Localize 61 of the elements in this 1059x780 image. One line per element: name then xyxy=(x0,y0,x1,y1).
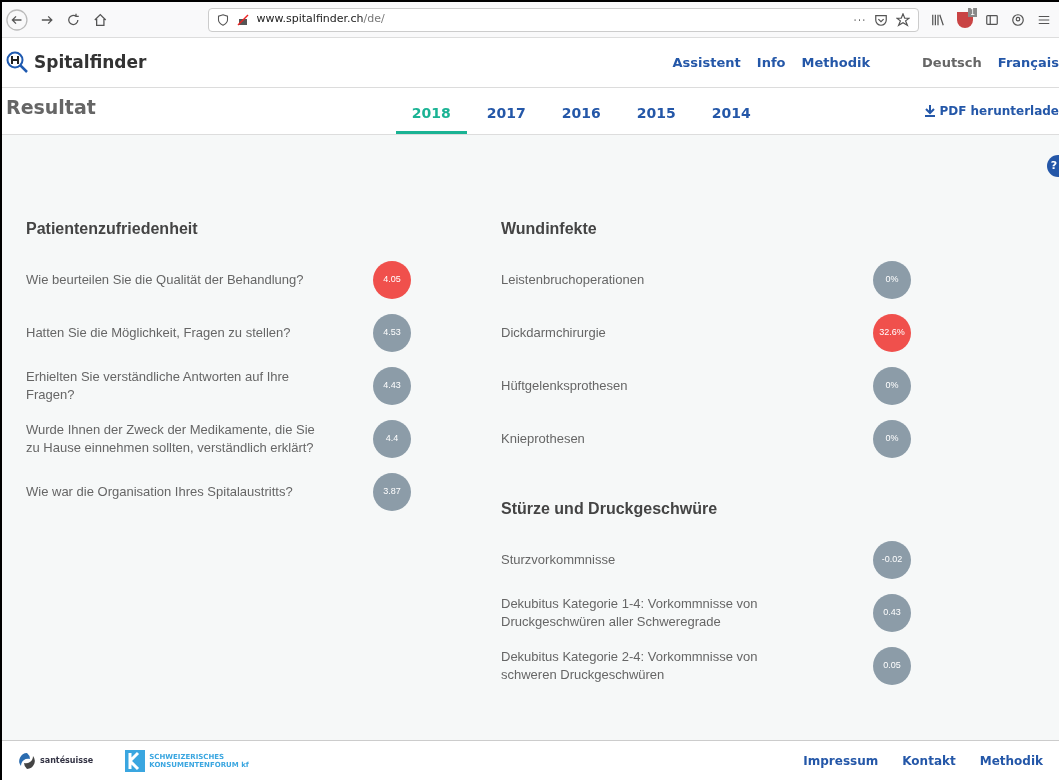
pocket-icon[interactable] xyxy=(874,12,888,27)
extension-badge: 1 xyxy=(967,7,977,17)
footer-link[interactable]: Methodik xyxy=(979,751,1043,770)
score-badge: 32.6% xyxy=(873,313,911,352)
footer-link[interactable]: Impressum xyxy=(803,751,879,770)
metric-label: Hüftgelenksprothesen xyxy=(501,376,628,395)
year-tab[interactable]: 2015 xyxy=(620,88,692,134)
score-badge: -0.02 xyxy=(873,540,911,579)
library-icon[interactable] xyxy=(931,12,945,27)
reload-icon[interactable] xyxy=(66,11,81,28)
score-badge: 0.43 xyxy=(873,593,911,632)
account-icon[interactable] xyxy=(1011,12,1025,27)
insecure-lock-icon xyxy=(236,13,249,26)
metric-label: Wie beurteilen Sie die Qualität der Behandlung? xyxy=(26,270,304,289)
partner-name: santésuisse xyxy=(40,754,94,767)
year-tab[interactable]: 2017 xyxy=(470,88,542,134)
metric-label: Dekubitus Kategorie 2-4: Vorkommnisse von schweren Druckgeschwüren xyxy=(501,647,759,684)
nav-link[interactable]: Assistent xyxy=(672,52,741,73)
sidebar-icon[interactable] xyxy=(985,12,999,27)
language-link[interactable]: Deutsch xyxy=(922,52,982,73)
star-icon[interactable] xyxy=(896,12,910,27)
metric-label: Dickdarmchirurgie xyxy=(501,323,606,342)
download-icon xyxy=(925,105,936,117)
metric-label: Sturzvorkommnisse xyxy=(501,550,616,569)
year-tab[interactable]: 2014 xyxy=(695,88,767,134)
logo-icon xyxy=(6,50,30,75)
page-title: Resultat xyxy=(6,94,96,120)
score-badge: 4.4 xyxy=(373,419,411,458)
help-button[interactable]: ? xyxy=(1047,155,1059,177)
metric-label: Erhielten Sie verständliche Antworten auf Ihre Fragen? xyxy=(26,367,291,404)
score-badge: 4.05 xyxy=(373,260,411,299)
nav-link[interactable]: Methodik xyxy=(801,52,871,73)
home-icon[interactable] xyxy=(92,11,108,28)
back-icon[interactable] xyxy=(6,7,28,32)
metric-label: Wie war die Organisation Ihres Spitalaustritts? xyxy=(26,482,293,501)
shield-icon[interactable] xyxy=(216,13,229,26)
score-badge: 0% xyxy=(873,260,911,299)
logo-text: Spitalfinder xyxy=(34,50,147,74)
metric-label: Hatten Sie die Möglichkeit, Fragen zu stellen? xyxy=(26,323,291,342)
swirl-logo-icon xyxy=(18,751,36,770)
pdf-download-link[interactable]: PDF herunterlade xyxy=(925,102,1059,120)
section-heading: Stürze und Druckgeschwüre xyxy=(501,499,719,519)
metric-label: Leistenbruchoperationen xyxy=(501,270,645,289)
url-text: www.spitalfinder.ch/de/ xyxy=(256,11,385,28)
score-badge: 0.05 xyxy=(873,646,911,685)
nav-link[interactable]: Info xyxy=(756,52,786,73)
metric-label: Wurde Ihnen der Zweck der Medikamente, die Sie zu Hause einnehmen sollten, verständlich erklärt? xyxy=(26,420,316,457)
year-tab[interactable]: 2016 xyxy=(545,88,617,134)
score-badge: 0% xyxy=(873,366,911,405)
score-badge: 4.43 xyxy=(373,366,411,405)
section-heading: Patientenzufriedenheit xyxy=(26,219,199,239)
metric-label: Knieprothesen xyxy=(501,429,585,448)
language-link[interactable]: Français xyxy=(997,52,1059,73)
metric-label: Dekubitus Kategorie 1-4: Vorkommnisse von Druckgeschwüren aller Schweregrade xyxy=(501,594,759,631)
section-heading: Wundinfekte xyxy=(501,219,598,239)
footer-link[interactable]: Kontakt xyxy=(902,751,956,770)
address-bar[interactable]: www.spitalfinder.ch/de/ xyxy=(207,7,919,32)
score-badge: 3.87 xyxy=(373,472,411,511)
kf-logo-icon xyxy=(125,749,146,772)
score-badge: 4.53 xyxy=(373,313,411,352)
score-badge: 0% xyxy=(873,419,911,458)
